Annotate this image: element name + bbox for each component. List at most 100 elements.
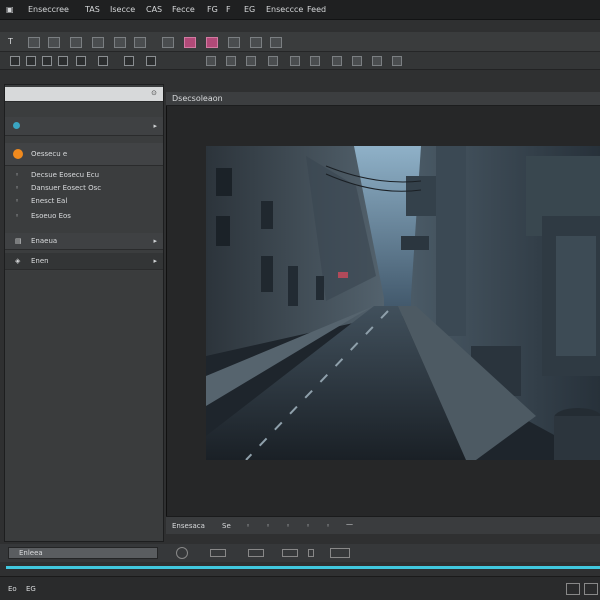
tool-button-1[interactable] <box>28 37 40 48</box>
tb2-button-4[interactable] <box>58 56 68 66</box>
menu-item-9[interactable]: Enseccce <box>266 5 303 14</box>
tool-button-6[interactable] <box>134 37 146 48</box>
frame-button[interactable] <box>248 549 264 557</box>
tb2-button-12[interactable] <box>268 56 278 66</box>
list-bullet-icon: ◦ <box>15 212 20 220</box>
tool-button-2[interactable] <box>48 37 60 48</box>
row-b-label: Enen <box>31 257 49 265</box>
text-tool-icon[interactable]: T <box>8 37 13 46</box>
menu-item-8[interactable]: EG <box>244 5 255 14</box>
menu-item-1[interactable]: Enseccree <box>28 5 69 14</box>
tb2-button-6[interactable] <box>98 56 108 66</box>
menu-item-10[interactable]: Feed <box>307 5 326 14</box>
panel-list: ◦ Decsue Eosecu Ecu ◦ Dansuer Eosect Osc… <box>5 169 163 229</box>
tool-button-3[interactable] <box>70 37 82 48</box>
menu-item-3[interactable]: Isecce <box>110 5 135 14</box>
tb2-button-18[interactable] <box>392 56 402 66</box>
dot-icon[interactable]: ◦ <box>286 522 290 530</box>
viewer-title: Dsecsoleaon <box>172 94 223 103</box>
panel-group-header[interactable]: Oessecu e <box>5 143 163 166</box>
tb2-button-1[interactable] <box>10 56 20 66</box>
tb2-button-8[interactable] <box>146 56 156 66</box>
tb2-button-7[interactable] <box>124 56 134 66</box>
status-text-a: Eo <box>8 585 17 593</box>
bottom-input-text: Enleea <box>19 549 43 557</box>
group-label: Oessecu e <box>31 150 68 158</box>
frame-button[interactable] <box>330 548 350 558</box>
secondary-toolbar <box>0 52 600 70</box>
list-item[interactable]: Enesct Eal <box>31 197 67 205</box>
cyan-dot-icon <box>13 122 20 129</box>
orange-dot-icon <box>13 149 23 159</box>
color-button-pink[interactable] <box>184 37 196 48</box>
app-logo-icon[interactable]: ▣ <box>6 5 14 14</box>
tool-button-9[interactable] <box>250 37 262 48</box>
list-item[interactable]: Dansuer Eosect Osc <box>31 184 101 192</box>
chevron-right-icon[interactable]: ▸ <box>153 237 157 245</box>
menu-item-7[interactable]: F <box>226 5 231 14</box>
record-button[interactable] <box>176 547 188 559</box>
photo-canvas[interactable] <box>206 146 600 460</box>
row-icon: ◈ <box>15 257 21 265</box>
color-button-pink-2[interactable] <box>206 37 218 48</box>
bottom-input[interactable]: Enleea <box>8 547 158 559</box>
dot-icon[interactable]: ◦ <box>306 522 310 530</box>
list-item[interactable]: Decsue Eosecu Ecu <box>31 171 99 179</box>
tb2-button-17[interactable] <box>372 56 382 66</box>
list-bullet-icon: ◦ <box>15 184 20 192</box>
panel-row-a[interactable]: ▤ Enaeua ▸ <box>5 233 163 250</box>
menu-bar: ▣ Enseccree TAS Isecce CAS Fecce FG F EG… <box>0 0 600 20</box>
list-bullet-icon: ◦ <box>15 197 20 205</box>
panel-empty-area <box>5 271 163 541</box>
tool-button-7[interactable] <box>162 37 174 48</box>
list-item[interactable]: Esoeuo Eos <box>31 212 71 220</box>
status-button[interactable] <box>584 583 598 595</box>
alley-photo <box>206 146 600 460</box>
chevron-right-icon[interactable]: ▸ <box>153 122 157 130</box>
tb2-button-3[interactable] <box>42 56 52 66</box>
tb2-button-10[interactable] <box>226 56 236 66</box>
list-bullet-icon: ◦ <box>15 171 20 179</box>
search-icon[interactable]: ⊙ <box>151 89 157 97</box>
minus-icon[interactable]: — <box>346 520 353 528</box>
tb2-button-2[interactable] <box>26 56 36 66</box>
dot-icon[interactable]: ◦ <box>266 522 270 530</box>
status-button[interactable] <box>566 583 580 595</box>
tool-button-4[interactable] <box>92 37 104 48</box>
status-bar: Eo EG <box>0 576 600 600</box>
row-a-label: Enaeua <box>31 237 58 245</box>
tb2-button-5[interactable] <box>76 56 86 66</box>
viewer-mark: Se <box>222 522 231 530</box>
panel-section-1[interactable]: ▸ <box>5 117 163 136</box>
menu-item-6[interactable]: FG <box>207 5 218 14</box>
menu-item-5[interactable]: Fecce <box>172 5 195 14</box>
dot-icon[interactable]: ◦ <box>246 522 250 530</box>
tb2-button-13[interactable] <box>290 56 300 66</box>
tb2-button-14[interactable] <box>310 56 320 66</box>
tool-button-8[interactable] <box>228 37 240 48</box>
left-panel: ⊙ ▸ Oessecu e ◦ Decsue Eosecu Ecu ◦ Dans… <box>4 84 164 542</box>
progress-line <box>6 566 600 569</box>
row-icon: ▤ <box>15 237 22 245</box>
bottom-controls: Enleea <box>0 544 600 562</box>
viewer-header: Dsecsoleaon <box>166 92 600 106</box>
tb2-button-9[interactable] <box>206 56 216 66</box>
viewer-label: Ensesaca <box>172 522 205 530</box>
tb2-button-16[interactable] <box>352 56 362 66</box>
dot-icon[interactable]: ◦ <box>326 522 330 530</box>
frame-button[interactable] <box>282 549 298 557</box>
main-toolbar: T <box>0 32 600 52</box>
tool-button-10[interactable] <box>270 37 282 48</box>
viewer-toolbar: Ensesaca Se ◦ ◦ ◦ ◦ ◦ — <box>166 516 600 534</box>
status-text-b: EG <box>26 585 36 593</box>
tb2-button-11[interactable] <box>246 56 256 66</box>
panel-row-b[interactable]: ◈ Enen ▸ <box>5 253 163 270</box>
menu-item-2[interactable]: TAS <box>85 5 100 14</box>
small-button[interactable] <box>308 549 314 557</box>
tb2-button-15[interactable] <box>332 56 342 66</box>
chevron-right-icon[interactable]: ▸ <box>153 257 157 265</box>
menu-item-4[interactable]: CAS <box>146 5 162 14</box>
panel-search-field[interactable]: ⊙ <box>5 87 163 102</box>
frame-button[interactable] <box>210 549 226 557</box>
tool-button-5[interactable] <box>114 37 126 48</box>
